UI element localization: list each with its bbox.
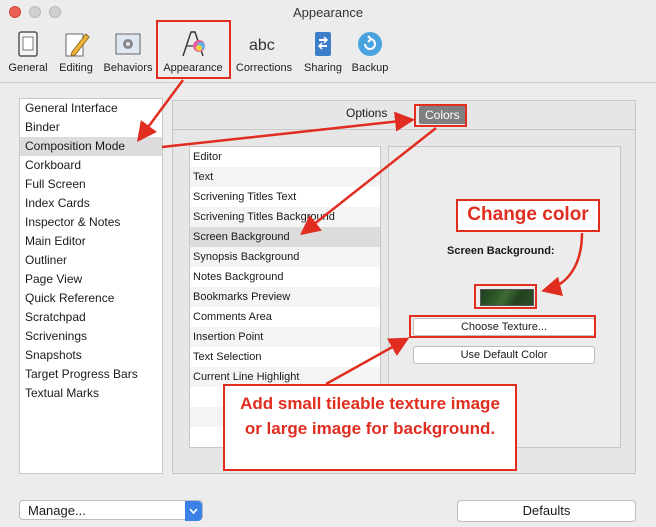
sidebar-item-main-editor[interactable]: Main Editor [20, 232, 162, 251]
sidebar-item-full-screen[interactable]: Full Screen [20, 175, 162, 194]
sidebar-item-corkboard[interactable]: Corkboard [20, 156, 162, 175]
list-item-scrivening-titles-background[interactable]: Scrivening Titles Background [190, 207, 380, 227]
appearance-category-list[interactable]: General Interface Binder Composition Mod… [19, 98, 163, 474]
sidebar-item-inspector-notes[interactable]: Inspector & Notes [20, 213, 162, 232]
texture-note-callout: Add small tileable texture image or larg… [223, 384, 517, 471]
sidebar-item-scratchpad[interactable]: Scratchpad [20, 308, 162, 327]
sidebar-item-binder[interactable]: Binder [20, 118, 162, 137]
list-item-notes-background[interactable]: Notes Background [190, 267, 380, 287]
sidebar-item-quick-reference[interactable]: Quick Reference [20, 289, 162, 308]
title-bar: Appearance [0, 0, 656, 24]
gear-window-icon [115, 33, 141, 55]
list-item-text-selection[interactable]: Text Selection [190, 347, 380, 367]
sidebar-item-target-progress-bars[interactable]: Target Progress Bars [20, 365, 162, 384]
general-icon [18, 31, 38, 57]
abc-icon: abc [249, 37, 275, 54]
list-item-bookmarks-preview[interactable]: Bookmarks Preview [190, 287, 380, 307]
list-item-comments-area[interactable]: Comments Area [190, 307, 380, 327]
sidebar-item-textual-marks[interactable]: Textual Marks [20, 384, 162, 403]
change-color-callout: Change color [456, 199, 600, 232]
sidebar-item-page-view[interactable]: Page View [20, 270, 162, 289]
color-well-highlight-box [474, 284, 537, 309]
manage-popup[interactable]: Manage... [19, 500, 203, 521]
tab-options[interactable]: Options [346, 106, 387, 120]
list-item-editor[interactable]: Editor [190, 147, 380, 167]
window-title: Appearance [292, 5, 364, 20]
sidebar-item-snapshots[interactable]: Snapshots [20, 346, 162, 365]
colors-highlight-box [414, 104, 467, 127]
list-item-insertion-point[interactable]: Insertion Point [190, 327, 380, 347]
list-item-screen-background[interactable]: Screen Background [190, 227, 380, 247]
svg-text:abc: abc [249, 37, 275, 54]
preferences-toolbar: General Editing Behaviors Appearance abc… [0, 24, 656, 83]
tab-bar: Options Colors [172, 100, 635, 130]
sidebar-item-index-cards[interactable]: Index Cards [20, 194, 162, 213]
list-item-synopsis-background[interactable]: Synopsis Background [190, 247, 380, 267]
toolbar-general[interactable]: General [4, 26, 52, 80]
sidebar-item-general-interface[interactable]: General Interface [20, 99, 162, 118]
sidebar-item-scrivenings[interactable]: Scrivenings [20, 327, 162, 346]
pencil-icon [65, 33, 90, 57]
list-item-scrivening-titles-text[interactable]: Scrivening Titles Text [190, 187, 380, 207]
toolbar-sharing[interactable]: Sharing [300, 26, 346, 80]
sharing-icon [315, 32, 331, 56]
defaults-button[interactable]: Defaults [457, 500, 636, 522]
sidebar-item-composition-mode[interactable]: Composition Mode [20, 137, 162, 156]
toolbar-backup[interactable]: Backup [348, 26, 392, 80]
backup-icon [358, 32, 382, 56]
toolbar-editing[interactable]: Editing [54, 26, 98, 80]
list-item-text[interactable]: Text [190, 167, 380, 187]
toolbar-corrections[interactable]: abc Corrections [232, 26, 296, 80]
chevron-down-icon [185, 501, 202, 521]
appearance-highlight-box [156, 20, 231, 79]
choose-texture-highlight-box [409, 315, 596, 338]
manage-label: Manage... [28, 503, 86, 518]
toolbar-behaviors[interactable]: Behaviors [101, 26, 155, 80]
screen-background-label: Screen Background: [447, 245, 555, 257]
use-default-color-button[interactable]: Use Default Color [413, 346, 595, 364]
sidebar-item-outliner[interactable]: Outliner [20, 251, 162, 270]
